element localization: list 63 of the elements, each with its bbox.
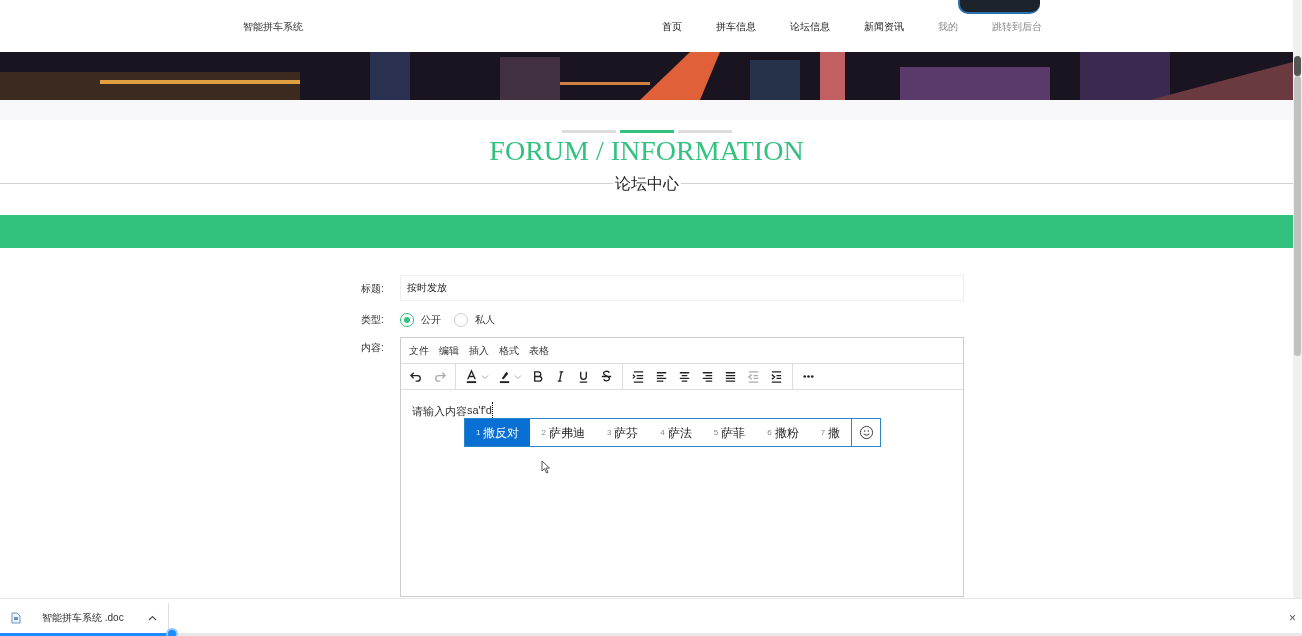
strikethrough-icon	[599, 369, 614, 384]
candidate-number: 7	[820, 426, 826, 439]
close-button[interactable]: ×	[1289, 608, 1296, 627]
menu-item[interactable]: 格式	[499, 343, 519, 358]
chevron-down-icon	[481, 372, 489, 381]
download-file-name[interactable]: 智能拼车系统 .doc	[42, 610, 124, 625]
field-label: 标题:	[361, 281, 385, 296]
scrollbar[interactable]	[1293, 0, 1302, 598]
nav-link[interactable]: 我的	[938, 18, 958, 34]
candidate-text: 萨菲	[721, 424, 746, 442]
candidate-text: 萨弗迪	[548, 424, 585, 442]
radio-label[interactable]: 公开	[421, 312, 441, 327]
candidate-text: 萨芬	[614, 424, 639, 442]
candidate-number: 5	[713, 426, 719, 439]
menu-item[interactable]: 插入	[469, 343, 489, 358]
align-center-icon	[677, 369, 692, 384]
outdent-icon	[746, 369, 761, 384]
ime-candidate[interactable]: 6 撒粉	[756, 419, 810, 446]
align-right-icon	[700, 369, 715, 384]
candidate-number: 4	[660, 426, 665, 439]
document-icon	[11, 611, 21, 624]
radio-label[interactable]: 私人	[475, 312, 495, 327]
candidate-number: 3	[606, 426, 612, 439]
justify-icon	[723, 369, 738, 384]
nav-link[interactable]: 论坛信息	[790, 18, 830, 34]
field-label: 内容:	[361, 341, 385, 355]
menu-item[interactable]: 文件	[409, 343, 429, 358]
site-title[interactable]: 智能拼车系统	[243, 18, 303, 34]
editor-placeholder: 请输入内容	[412, 403, 467, 419]
ime-candidate[interactable]: 2 萨弗迪	[530, 419, 596, 446]
chevron-down-icon	[514, 372, 522, 381]
nav-link[interactable]: 首页	[662, 18, 682, 34]
progress-thumb[interactable]	[165, 628, 178, 636]
indent-icon	[769, 369, 784, 384]
section-subtitle: 论坛中心	[612, 173, 681, 195]
chevron-up-icon[interactable]	[147, 614, 157, 621]
candidate-text: 萨法	[667, 424, 692, 442]
candidate-number: 6	[767, 426, 772, 439]
rich-text-editor[interactable]: 文件 编辑 插入 格式 表格 请输入内容sa'f'd 1 撒反对 2 萨弗迪 3 萨芬 4 萨法 5 萨菲 6 撒粉 7 撒	[400, 337, 964, 597]
candidate-number: 2	[541, 426, 546, 439]
nav-link[interactable]: 拼车信息	[716, 18, 756, 34]
candidate-text: 撒	[828, 424, 841, 442]
text-color-icon	[464, 369, 479, 384]
line-height-icon	[631, 369, 646, 384]
ime-candidate[interactable]: 7 撒	[809, 419, 852, 446]
candidate-number: 1	[476, 426, 481, 439]
ime-candidate[interactable]: 3 萨芬	[595, 419, 650, 446]
highlighter-icon	[497, 369, 512, 384]
nav-link[interactable]: 新闻资讯	[864, 18, 904, 34]
ime-candidate[interactable]: 4 萨法	[649, 419, 703, 446]
mouse-cursor-icon	[541, 459, 551, 474]
section-title: FORUM / INFORMATION	[489, 134, 804, 168]
smiley-icon	[858, 425, 874, 440]
menu-item[interactable]: 表格	[529, 343, 549, 358]
align-left-icon	[654, 369, 669, 384]
candidate-text: 撒粉	[774, 424, 799, 442]
nav-link[interactable]: 跳转到后台	[992, 18, 1042, 34]
candidate-text: 撒反对	[483, 424, 520, 442]
ime-candidate[interactable]: 5 萨菲	[702, 419, 757, 446]
field-label: 类型:	[361, 313, 385, 327]
ime-candidate[interactable]: 1 撒反对	[465, 419, 531, 446]
title-input[interactable]: 按时发放	[400, 275, 964, 301]
menu-item[interactable]: 编辑	[439, 343, 459, 358]
